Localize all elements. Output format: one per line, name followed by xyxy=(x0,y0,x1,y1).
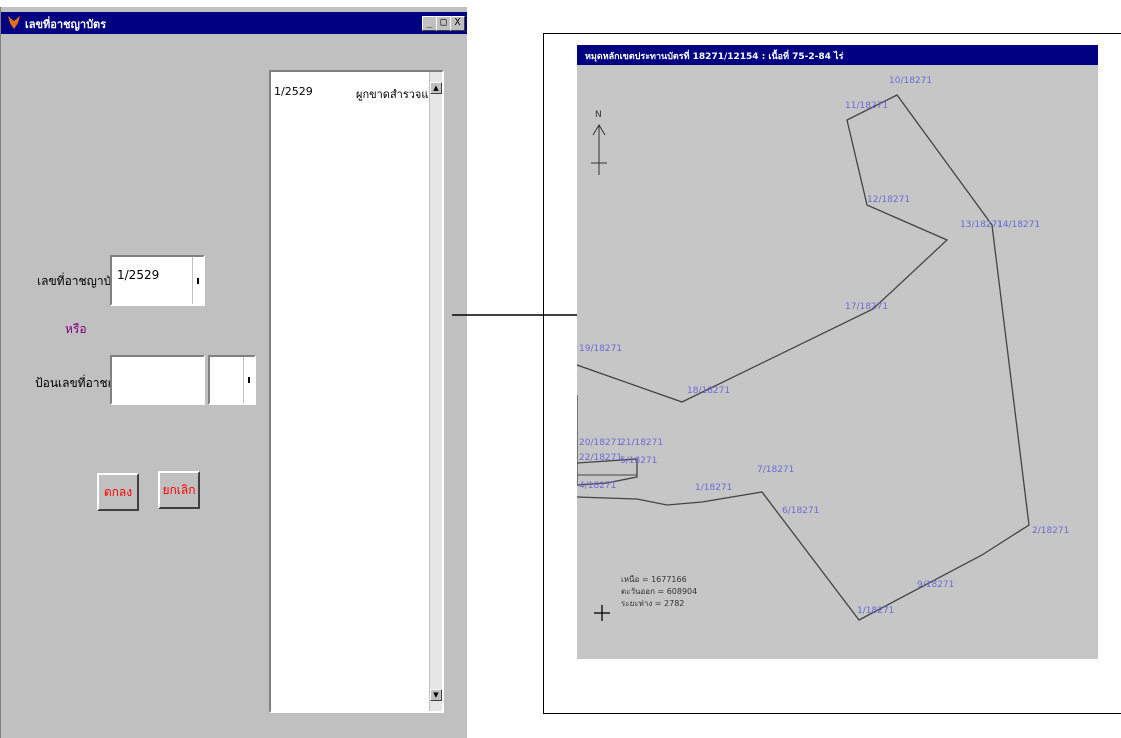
point-label: 10/18271 xyxy=(889,76,932,86)
point-label: 14/18271 xyxy=(997,220,1040,230)
point-label: 9/18271 xyxy=(917,580,954,590)
map-title: หมุดหลักเขตประทานบัตรที่ 18271/12154 : เ… xyxy=(585,52,844,62)
point-label: 2/18271 xyxy=(1032,526,1069,536)
dialog-title: เลขที่อาชญาบัตร xyxy=(25,18,107,31)
point-label: 1/18271 xyxy=(695,483,732,493)
close-button[interactable]: X xyxy=(450,16,465,31)
app-logo-icon xyxy=(8,16,20,29)
list-item-desc: ผูกขาดสำรวจแร่ xyxy=(356,88,435,101)
ok-button[interactable]: ตกลง xyxy=(97,473,139,511)
scroll-down-icon[interactable]: ▼ xyxy=(430,689,442,701)
point-label: 7/18271 xyxy=(757,465,794,475)
point-label: 5/18271 xyxy=(620,456,657,466)
cancel-button[interactable]: ยกเลิก xyxy=(158,471,200,509)
map-titlebar: หมุดหลักเขตประทานบัตรที่ 18271/12154 : เ… xyxy=(577,45,1098,65)
point-label: 22/18271 xyxy=(579,453,622,463)
north-arrow-icon: N xyxy=(591,110,607,175)
point-label: 19/18271 xyxy=(579,344,622,354)
point-label: 12/18271 xyxy=(867,195,910,205)
enter-permit-dropdown[interactable] xyxy=(208,355,256,405)
dialog-titlebar: เลขที่อาชญาบัตร _ □ X xyxy=(1,12,467,34)
or-label: หรือ xyxy=(65,322,87,336)
enter-permit-input[interactable] xyxy=(110,355,205,405)
chevron-down-icon[interactable] xyxy=(192,257,203,304)
north-label: N xyxy=(595,110,602,120)
point-labels: 10/1827111/1827112/1827113/1827114/18271… xyxy=(579,76,1069,616)
point-label: 1/18271 xyxy=(857,606,894,616)
boundary-line xyxy=(577,94,1030,621)
map-info-distance: ระยะห่าง = 2782 xyxy=(621,599,685,608)
point-label: 11/18271 xyxy=(845,101,888,111)
chevron-down-icon[interactable] xyxy=(243,357,254,403)
permit-listbox[interactable]: 1/2529 ผูกขาดสำรวจแร่ ▲ ▼ xyxy=(269,70,444,713)
permit-combobox[interactable]: 1/2529 xyxy=(110,255,205,306)
point-label: 4/18271 xyxy=(579,481,616,491)
list-item-permit: 1/2529 xyxy=(274,85,313,98)
permit-dialog: เลขที่อาชญาบัตร _ □ X เลขที่อาชญาบัตร 1/… xyxy=(0,7,467,738)
point-label: 6/18271 xyxy=(782,506,819,516)
list-scrollbar[interactable]: ▲ ▼ xyxy=(429,72,442,711)
crosshair-icon xyxy=(594,605,610,621)
permit-value: 1/2529 xyxy=(117,268,160,282)
map-window: หมุดหลักเขตประทานบัตรที่ 18271/12154 : เ… xyxy=(577,45,1098,659)
point-label: 21/18271 xyxy=(620,438,663,448)
minimize-button[interactable]: _ xyxy=(422,16,437,31)
point-label: 20/18271 xyxy=(579,438,622,448)
scroll-up-icon[interactable]: ▲ xyxy=(430,82,442,94)
parcel-map: N 10/1827111/1827112/1827113/1827114/182… xyxy=(577,76,1069,621)
point-label: 18/18271 xyxy=(687,386,730,396)
maximize-button[interactable]: □ xyxy=(436,16,451,31)
point-label: 17/18271 xyxy=(845,302,888,312)
